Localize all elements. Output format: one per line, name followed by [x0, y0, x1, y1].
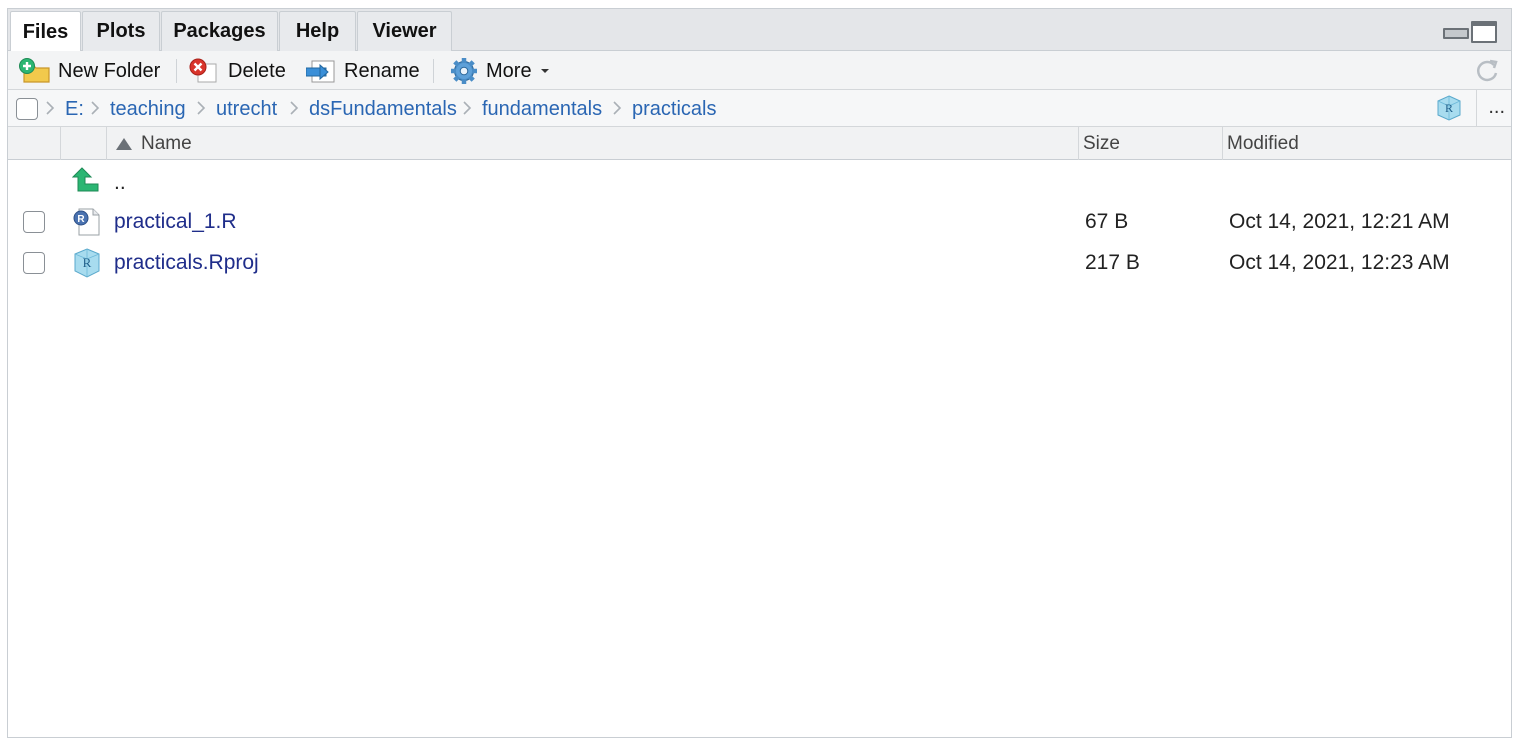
- breadcrumb-divider: [1476, 90, 1477, 127]
- breadcrumb-fundamentals[interactable]: fundamentals: [482, 98, 602, 121]
- size-column-header[interactable]: Size: [1083, 127, 1120, 160]
- tab-packages[interactable]: Packages: [161, 11, 278, 51]
- chevron-right-icon: [91, 101, 100, 115]
- table-row: R practicals.Rproj 217 B Oct 14, 2021, 1…: [8, 244, 1511, 285]
- gear-icon: [451, 58, 477, 84]
- file-size: 67 B: [1085, 210, 1129, 233]
- row-checkbox[interactable]: [23, 252, 45, 274]
- modified-column-header[interactable]: Modified: [1227, 127, 1299, 160]
- minimize-pane-icon[interactable]: [1441, 21, 1469, 41]
- new-folder-label: New Folder: [58, 59, 161, 82]
- rename-label: Rename: [344, 59, 420, 82]
- column-divider: [1222, 127, 1223, 160]
- up-arrow-icon: [72, 167, 99, 192]
- go-to-project-icon[interactable]: R: [1435, 94, 1463, 122]
- maximize-pane-icon[interactable]: [1471, 21, 1497, 43]
- new-folder-button[interactable]: New Folder: [18, 57, 160, 85]
- chevron-right-icon: [46, 101, 55, 115]
- sort-ascending-icon: [116, 137, 132, 150]
- svg-text:R: R: [77, 214, 85, 225]
- breadcrumb-practicals[interactable]: practicals: [632, 98, 716, 121]
- rproj-icon: R: [74, 248, 100, 278]
- row-checkbox[interactable]: [23, 211, 45, 233]
- delete-icon: [189, 58, 217, 83]
- chevron-right-icon: [290, 101, 299, 115]
- file-table-header: Name Size Modified: [8, 127, 1511, 160]
- svg-text:R: R: [1445, 101, 1453, 115]
- breadcrumb-utrecht[interactable]: utrecht: [216, 98, 277, 121]
- breadcrumb-drive[interactable]: E:: [65, 98, 84, 121]
- column-divider: [1078, 127, 1079, 160]
- rename-icon: [306, 60, 335, 83]
- more-label: More: [486, 59, 532, 82]
- svg-text:R: R: [83, 255, 92, 270]
- breadcrumb-more-button[interactable]: ...: [1488, 96, 1505, 119]
- file-modified: Oct 14, 2021, 12:21 AM: [1229, 210, 1450, 233]
- window-controls: [1441, 21, 1497, 43]
- breadcrumb-dsfundamentals[interactable]: dsFundamentals: [309, 98, 457, 121]
- file-size: 217 B: [1085, 251, 1140, 274]
- breadcrumb-teaching[interactable]: teaching: [110, 98, 186, 121]
- r-script-icon: R: [73, 208, 100, 236]
- name-column-header[interactable]: Name: [116, 127, 192, 160]
- table-row: R practical_1.R 67 B Oct 14, 2021, 12:21…: [8, 203, 1511, 244]
- tab-help[interactable]: Help: [279, 11, 356, 51]
- file-modified: Oct 14, 2021, 12:23 AM: [1229, 251, 1450, 274]
- chevron-right-icon: [197, 101, 206, 115]
- refresh-icon[interactable]: [1473, 57, 1501, 85]
- tab-bar: Files Plots Packages Help Viewer: [8, 9, 1511, 52]
- parent-directory-row[interactable]: ..: [8, 162, 1511, 203]
- toolbar-divider: [176, 59, 177, 83]
- parent-directory-label[interactable]: ..: [114, 171, 126, 195]
- delete-button[interactable]: Delete: [188, 57, 286, 85]
- file-name-link[interactable]: practicals.Rproj: [114, 251, 259, 275]
- column-divider: [60, 127, 61, 160]
- breadcrumb: E: teaching utrecht dsFundamentals funda…: [8, 90, 1511, 127]
- delete-label: Delete: [228, 59, 286, 82]
- more-menu-button[interactable]: More: [448, 57, 552, 85]
- tab-plots[interactable]: Plots: [82, 11, 160, 51]
- select-all-checkbox[interactable]: [16, 98, 38, 120]
- new-folder-icon: [19, 58, 50, 83]
- column-divider: [106, 127, 107, 160]
- file-name-link[interactable]: practical_1.R: [114, 210, 237, 234]
- tab-viewer[interactable]: Viewer: [357, 11, 452, 51]
- files-toolbar: New Folder Delete Rename More: [8, 51, 1511, 90]
- chevron-right-icon: [613, 101, 622, 115]
- files-pane: Files Plots Packages Help Viewer New Fol…: [7, 8, 1512, 738]
- name-column-label: Name: [141, 132, 192, 154]
- rename-button[interactable]: Rename: [306, 57, 420, 85]
- toolbar-divider: [433, 59, 434, 83]
- chevron-right-icon: [463, 101, 472, 115]
- caret-down-icon: [540, 69, 549, 73]
- tab-files[interactable]: Files: [10, 11, 81, 52]
